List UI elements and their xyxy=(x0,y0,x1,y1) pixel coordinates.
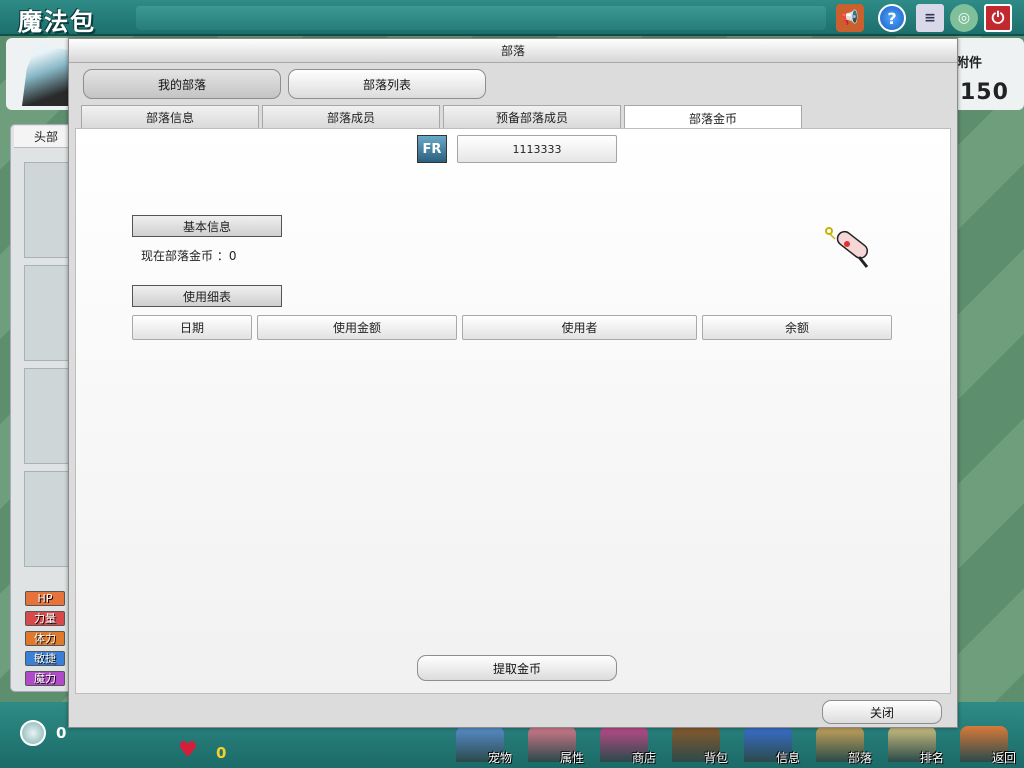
heart-icon: ♥ xyxy=(178,738,198,763)
usage-details-header: 使用细表 xyxy=(132,285,282,307)
column-amount-used[interactable]: 使用金额 xyxy=(257,315,457,340)
stat-tag: 魔力 xyxy=(25,671,65,686)
nav-label: 商店 xyxy=(631,751,656,765)
coin-count: 0 xyxy=(56,724,67,742)
nav-item-bag[interactable]: 背包 xyxy=(666,726,730,768)
tab-content-panel xyxy=(75,128,951,694)
help-icon[interactable]: ? xyxy=(878,4,906,32)
tab-head[interactable]: 头部 xyxy=(14,126,70,148)
nav-item-ranking[interactable]: 排名 xyxy=(882,726,946,768)
withdraw-gold-button[interactable]: 提取金币 xyxy=(417,655,617,681)
nav-item-return[interactable]: 返回 xyxy=(954,726,1018,768)
equipment-slot[interactable] xyxy=(24,265,70,361)
equipment-slot[interactable] xyxy=(24,162,70,258)
stat-tag: 敏捷 xyxy=(25,651,65,666)
column-balance[interactable]: 余额 xyxy=(702,315,892,340)
tribe-list-button[interactable]: 部落列表 xyxy=(288,69,486,99)
close-button[interactable]: 关闭 xyxy=(822,700,942,724)
tab-tribe-info[interactable]: 部落信息 xyxy=(81,105,259,129)
nav-item-attribute[interactable]: 属性 xyxy=(522,726,586,768)
nav-label: 信息 xyxy=(775,751,800,765)
chip-icon[interactable]: ◎ xyxy=(950,4,978,32)
magic-wand-icon xyxy=(825,227,869,268)
nav-label: 返回 xyxy=(991,751,1016,765)
nav-label: 属性 xyxy=(559,751,584,765)
nav-label: 背包 xyxy=(703,751,728,765)
app-title: 魔法包 xyxy=(18,8,96,36)
dialog-title: 部落 xyxy=(69,39,957,63)
my-tribe-button[interactable]: 我的部落 xyxy=(83,69,281,99)
tab-tribe-gold[interactable]: 部落金币 xyxy=(624,105,802,130)
nav-label: 排名 xyxy=(919,751,944,765)
stat-tag: 体力 xyxy=(25,631,65,646)
nav-item-tribe[interactable]: 部落 xyxy=(810,726,874,768)
heart-count: 0 xyxy=(216,744,227,762)
tribe-dialog: 部落 我的部落 部落列表 部落信息 部落成员 预备部落成员 部落金币 FR 11… xyxy=(68,38,958,728)
column-user[interactable]: 使用者 xyxy=(462,315,697,340)
equipment-slot[interactable] xyxy=(24,368,70,464)
stat-tag: HP xyxy=(25,591,65,606)
top-bar: 魔法包 📢 ? ≡ ◎ ⏻ xyxy=(0,0,1024,36)
nav-item-shop[interactable]: 商店 xyxy=(594,726,658,768)
stat-tag: 力量 xyxy=(25,611,65,626)
attachment-label: 附件 xyxy=(956,56,983,71)
nav-item-info[interactable]: 信息 xyxy=(738,726,802,768)
tab-tribe-members[interactable]: 部落成员 xyxy=(262,105,440,129)
nav-item-pet[interactable]: 宠物 xyxy=(450,726,514,768)
current-tribe-gold: 现在部落金币 ：0 xyxy=(141,249,237,263)
nav-label: 宠物 xyxy=(487,751,512,765)
equipment-slot[interactable] xyxy=(24,471,70,567)
nav-label: 部落 xyxy=(847,751,872,765)
announcement-icon[interactable]: 📢 xyxy=(836,4,864,32)
tab-reserve-members[interactable]: 预备部落成员 xyxy=(443,105,621,129)
power-icon[interactable]: ⏻ xyxy=(984,4,1012,32)
attachment-count: 150 xyxy=(960,80,1009,105)
tribe-emblem-icon: FR xyxy=(417,135,447,163)
basic-info-header: 基本信息 xyxy=(132,215,282,237)
document-icon[interactable]: ≡ xyxy=(916,4,944,32)
top-track xyxy=(136,6,826,30)
coin-icon xyxy=(20,720,46,746)
column-date[interactable]: 日期 xyxy=(132,315,252,340)
tribe-id-field: 1113333 xyxy=(457,135,617,163)
